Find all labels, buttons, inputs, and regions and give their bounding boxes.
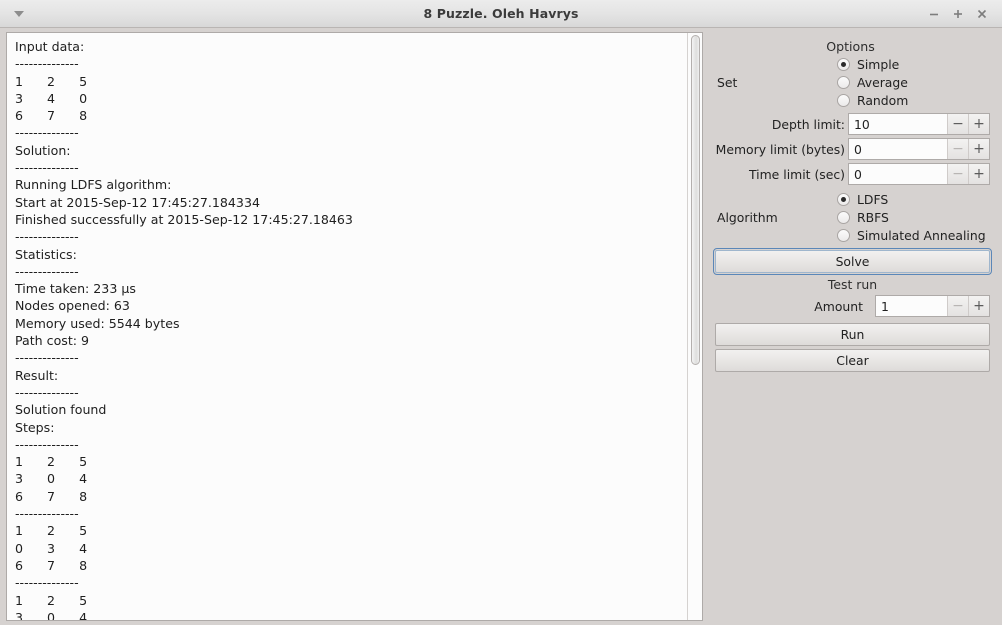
radio-algorithm-rbfs[interactable]: RBFS xyxy=(837,210,986,225)
radio-icon xyxy=(837,211,850,224)
amount-increment[interactable]: + xyxy=(968,296,989,316)
depth-limit-label: Depth limit: xyxy=(771,116,845,132)
amount-label: Amount xyxy=(814,298,863,314)
radio-label: Simulated Annealing xyxy=(857,228,986,243)
scrollbar-thumb[interactable] xyxy=(691,35,700,365)
time-limit-label: Time limit (sec) xyxy=(748,166,845,182)
options-panel: Options Set Simple Average Random Depth … xyxy=(703,32,998,621)
depth-limit-increment[interactable]: + xyxy=(968,114,989,134)
time-limit-row: Time limit (sec) 0 − + xyxy=(715,163,990,185)
maximize-icon[interactable] xyxy=(948,4,968,24)
chevron-down-icon xyxy=(14,10,24,17)
radio-algorithm-ldfs[interactable]: LDFS xyxy=(837,192,986,207)
amount-input[interactable]: 1 xyxy=(876,296,947,316)
radio-set-simple[interactable]: Simple xyxy=(837,57,908,72)
close-icon[interactable] xyxy=(972,4,992,24)
memory-limit-spinner[interactable]: 0 − + xyxy=(848,138,990,160)
log-output-text[interactable]: Input data: -------------- 1 2 5 3 4 0 6… xyxy=(7,33,687,620)
time-limit-input[interactable]: 0 xyxy=(849,164,947,184)
set-group: Set Simple Average Random xyxy=(715,57,990,108)
depth-limit-decrement[interactable]: − xyxy=(947,114,968,134)
depth-limit-row: Depth limit: 10 − + xyxy=(715,113,990,135)
main-content: Input data: -------------- 1 2 5 3 4 0 6… xyxy=(0,28,1002,625)
radio-algorithm-simulated-annealing[interactable]: Simulated Annealing xyxy=(837,228,986,243)
depth-limit-input[interactable]: 10 xyxy=(849,114,947,134)
radio-label: Simple xyxy=(857,57,900,72)
clear-button[interactable]: Clear xyxy=(715,349,990,372)
algorithm-group: Algorithm LDFS RBFS Simulated Annealing xyxy=(715,192,990,243)
radio-icon xyxy=(837,94,850,107)
memory-limit-increment[interactable]: + xyxy=(968,139,989,159)
run-button[interactable]: Run xyxy=(715,323,990,346)
minimize-icon[interactable] xyxy=(924,4,944,24)
radio-label: RBFS xyxy=(857,210,889,225)
window-menu-button[interactable] xyxy=(6,1,32,27)
radio-set-average[interactable]: Average xyxy=(837,75,908,90)
radio-label: Average xyxy=(857,75,908,90)
memory-limit-label: Memory limit (bytes) xyxy=(715,141,845,157)
radio-label: LDFS xyxy=(857,192,889,207)
window-controls xyxy=(924,4,1002,24)
titlebar: 8 Puzzle. Oleh Havrys xyxy=(0,0,1002,28)
memory-limit-decrement[interactable]: − xyxy=(947,139,968,159)
amount-row: Amount 1 − + xyxy=(715,295,990,317)
solve-button[interactable]: Solve xyxy=(713,248,992,275)
time-limit-spinner[interactable]: 0 − + xyxy=(848,163,990,185)
radio-set-random[interactable]: Random xyxy=(837,93,908,108)
amount-decrement[interactable]: − xyxy=(947,296,968,316)
set-group-label: Set xyxy=(717,75,738,90)
depth-limit-spinner[interactable]: 10 − + xyxy=(848,113,990,135)
time-limit-decrement[interactable]: − xyxy=(947,164,968,184)
algorithm-group-label: Algorithm xyxy=(717,210,778,225)
window-title: 8 Puzzle. Oleh Havrys xyxy=(423,6,579,21)
radio-icon xyxy=(837,193,850,206)
app-window: 8 Puzzle. Oleh Havrys Input data: ------… xyxy=(0,0,1002,625)
memory-limit-row: Memory limit (bytes) 0 − + xyxy=(715,138,990,160)
time-limit-increment[interactable]: + xyxy=(968,164,989,184)
algorithm-radios: LDFS RBFS Simulated Annealing xyxy=(837,192,986,243)
radio-icon xyxy=(837,76,850,89)
log-scrollbar[interactable] xyxy=(687,33,702,620)
radio-label: Random xyxy=(857,93,909,108)
test-run-title: Test run xyxy=(827,277,878,292)
memory-limit-input[interactable]: 0 xyxy=(849,139,947,159)
radio-icon xyxy=(837,229,850,242)
radio-icon xyxy=(837,58,850,71)
options-title: Options xyxy=(826,39,875,54)
log-output-panel: Input data: -------------- 1 2 5 3 4 0 6… xyxy=(6,32,703,621)
set-radios: Simple Average Random xyxy=(837,57,908,108)
amount-spinner[interactable]: 1 − + xyxy=(875,295,990,317)
